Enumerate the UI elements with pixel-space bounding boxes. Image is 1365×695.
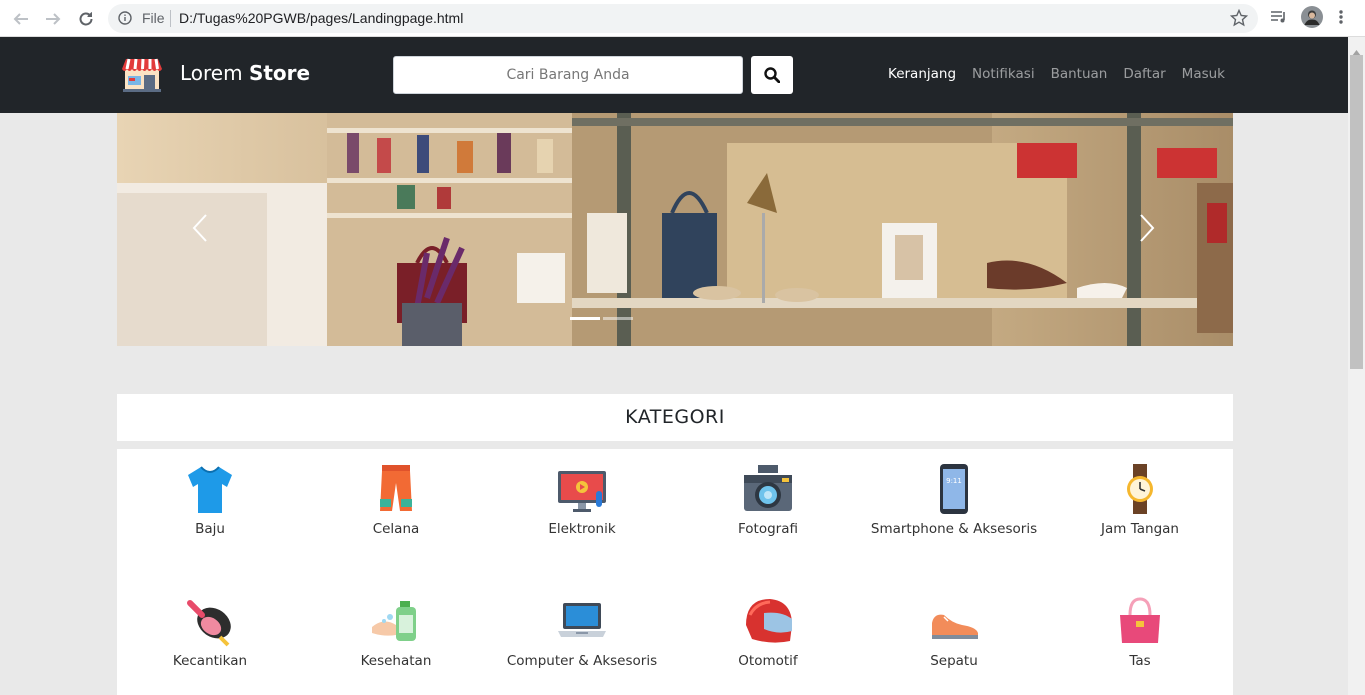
category-baju[interactable]: Baju [117, 463, 303, 540]
profile-avatar[interactable] [1301, 6, 1323, 32]
nav-menu: Keranjang Notifikasi Bantuan Daftar Masu… [888, 66, 1225, 82]
category-label: Tas [1129, 653, 1151, 669]
scheme-label: File [142, 10, 165, 26]
bag-icon [1120, 597, 1160, 643]
category-label: Computer & Aksesoris [506, 653, 658, 669]
search-input[interactable]: Cari Barang Anda [393, 56, 743, 94]
nav-link-bantuan[interactable]: Bantuan [1051, 66, 1108, 82]
laptop-icon [558, 603, 606, 637]
search-button[interactable] [751, 56, 793, 94]
brand-name[interactable]: Lorem Store [180, 61, 310, 85]
cosmetics-icon [187, 600, 231, 647]
kategori-grid: Baju Celana Elektronik Fotografi 9:11 Sm… [117, 449, 1233, 695]
url-text[interactable]: D:/Tugas%20PGWB/pages/Landingpage.html [179, 10, 463, 26]
carousel-prev-icon[interactable] [192, 213, 208, 247]
kategori-title: KATEGORI [117, 394, 1233, 441]
carousel-indicators [570, 317, 633, 320]
reload-icon[interactable] [75, 8, 97, 30]
shirt-icon [188, 466, 232, 513]
category-sepatu[interactable]: Sepatu [861, 595, 1047, 672]
shoe-icon [932, 614, 978, 639]
smartphone-icon: 9:11 [940, 464, 968, 514]
handwash-icon [372, 601, 416, 641]
nav-link-notifikasi[interactable]: Notifikasi [972, 66, 1035, 82]
category-smartphone[interactable]: 9:11 Smartphone & Aksesoris [861, 463, 1047, 540]
category-label: Kecantikan [172, 653, 248, 669]
brand-light: Lorem [180, 61, 243, 85]
hero-carousel [117, 113, 1233, 346]
search-icon [764, 67, 780, 83]
back-icon[interactable] [10, 8, 32, 30]
media-queue-icon[interactable] [1270, 8, 1288, 30]
category-elektronik[interactable]: Elektronik [489, 463, 675, 540]
carousel-next-icon[interactable] [1139, 213, 1155, 247]
monitor-icon [558, 471, 606, 512]
category-label: Otomotif [738, 653, 798, 669]
site-navbar: Lorem Store Cari Barang Anda Keranjang N… [0, 37, 1348, 113]
carousel-indicator-1[interactable] [570, 317, 600, 320]
carousel-slide-image [117, 113, 1233, 346]
category-jam-tangan[interactable]: Jam Tangan [1047, 463, 1233, 540]
info-icon[interactable] [118, 11, 132, 28]
category-fotografi[interactable]: Fotografi [675, 463, 861, 540]
camera-icon [744, 465, 792, 511]
category-otomotif[interactable]: Otomotif [675, 595, 861, 672]
forward-icon[interactable] [42, 8, 64, 30]
store-logo-icon[interactable] [120, 56, 164, 96]
category-label: Kesehatan [360, 653, 432, 669]
address-bar[interactable]: File D:/Tugas%20PGWB/pages/Landingpage.h… [108, 4, 1258, 33]
nav-link-masuk[interactable]: Masuk [1182, 66, 1225, 82]
svg-text:9:11: 9:11 [946, 477, 962, 485]
carousel-indicator-2[interactable] [603, 317, 633, 320]
watch-icon [1127, 464, 1153, 514]
separator [170, 10, 171, 27]
bookmark-star-icon[interactable] [1229, 8, 1249, 30]
page-scrollbar[interactable] [1348, 37, 1365, 695]
category-label: Fotografi [738, 521, 798, 537]
brand-bold: Store [248, 61, 311, 85]
category-celana[interactable]: Celana [303, 463, 489, 540]
category-label: Jam Tangan [1101, 521, 1179, 537]
nav-link-keranjang[interactable]: Keranjang [888, 66, 956, 82]
menu-kebab-icon[interactable] [1338, 8, 1344, 30]
category-computer[interactable]: Computer & Aksesoris [489, 595, 675, 672]
category-label: Celana [372, 521, 420, 537]
category-label: Smartphone & Aksesoris [870, 521, 1038, 537]
category-kecantikan[interactable]: Kecantikan [117, 595, 303, 672]
category-label: Baju [195, 521, 225, 537]
category-tas[interactable]: Tas [1047, 595, 1233, 672]
category-kesehatan[interactable]: Kesehatan [303, 595, 489, 672]
nav-link-daftar[interactable]: Daftar [1123, 66, 1165, 82]
browser-toolbar: File D:/Tugas%20PGWB/pages/Landingpage.h… [0, 0, 1365, 37]
helmet-icon [746, 599, 792, 643]
pants-icon [380, 465, 412, 511]
category-label: Elektronik [548, 521, 616, 537]
scroll-thumb[interactable] [1350, 55, 1363, 369]
category-label: Sepatu [930, 653, 978, 669]
